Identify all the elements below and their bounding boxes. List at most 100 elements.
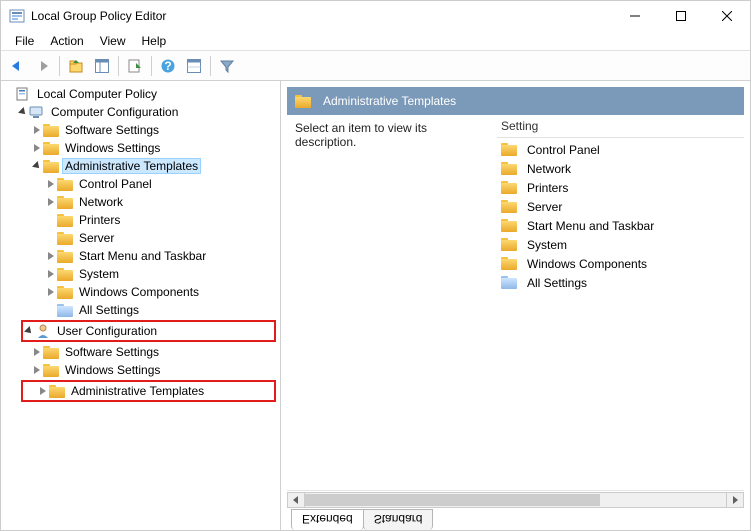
list-item-windows-components[interactable]: Windows Components — [497, 254, 744, 273]
expand-icon[interactable] — [45, 288, 57, 296]
list-item-control-panel[interactable]: Control Panel — [497, 140, 744, 159]
tree-root[interactable]: Local Computer Policy — [3, 85, 278, 103]
tree-cc-admin-network[interactable]: Network — [3, 193, 278, 211]
list-item-printers[interactable]: Printers — [497, 178, 744, 197]
tree-cc-admin-all-settings[interactable]: All Settings — [3, 301, 278, 319]
expand-icon[interactable] — [45, 252, 57, 260]
menu-file[interactable]: File — [7, 32, 42, 50]
list-label: Network — [527, 162, 571, 176]
tab-label: Extended — [302, 512, 353, 526]
tree-label: Windows Settings — [63, 363, 162, 377]
tab-extended[interactable]: Extended — [291, 509, 364, 530]
titlebar: Local Group Policy Editor — [1, 1, 750, 31]
close-button[interactable] — [704, 1, 750, 31]
list-item-all-settings[interactable]: All Settings — [497, 273, 744, 292]
menubar: File Action View Help — [1, 31, 750, 51]
tree-cc-admin-windows-components[interactable]: Windows Components — [3, 283, 278, 301]
list-label: Control Panel — [527, 143, 600, 157]
menu-help[interactable]: Help — [134, 32, 175, 50]
list-item-system[interactable]: System — [497, 235, 744, 254]
minimize-button[interactable] — [612, 1, 658, 31]
export-list-button[interactable] — [123, 54, 147, 78]
folder-icon — [501, 218, 517, 234]
scroll-thumb[interactable] — [305, 494, 600, 506]
tree-user-configuration[interactable]: User Configuration — [23, 322, 274, 340]
tree-label: Administrative Templates — [63, 159, 200, 173]
folder-icon — [501, 237, 517, 253]
properties-button[interactable] — [182, 54, 206, 78]
scroll-track[interactable] — [305, 492, 726, 508]
scroll-left-button[interactable] — [287, 492, 305, 508]
collapse-icon[interactable] — [23, 327, 35, 335]
svg-text:?: ? — [164, 59, 171, 73]
tree-uc-windows-settings[interactable]: Windows Settings — [3, 361, 278, 379]
folder-icon — [43, 140, 59, 156]
horizontal-scrollbar[interactable] — [287, 490, 744, 508]
menu-view[interactable]: View — [92, 32, 134, 50]
settings-list[interactable]: Setting Control Panel Network Printers S… — [497, 115, 744, 490]
tree-cc-software-settings[interactable]: Software Settings — [3, 121, 278, 139]
annotation-user-configuration: User Configuration — [21, 320, 276, 342]
list-item-server[interactable]: Server — [497, 197, 744, 216]
filter-button[interactable] — [215, 54, 239, 78]
list-label: All Settings — [527, 276, 587, 290]
expand-icon[interactable] — [31, 366, 43, 374]
toolbar-separator — [210, 56, 211, 76]
tree-label: Control Panel — [77, 177, 154, 191]
tree-cc-administrative-templates[interactable]: Administrative Templates — [3, 157, 278, 175]
collapse-icon[interactable] — [31, 162, 43, 170]
folder-icon — [57, 248, 73, 264]
tree-pane[interactable]: Local Computer Policy Computer Configura… — [1, 81, 281, 530]
maximize-button[interactable] — [658, 1, 704, 31]
menu-action[interactable]: Action — [42, 32, 91, 50]
folder-icon — [501, 180, 517, 196]
expand-icon[interactable] — [31, 144, 43, 152]
tree-label: User Configuration — [55, 324, 159, 338]
up-button[interactable] — [64, 54, 88, 78]
tree-label: Software Settings — [63, 123, 161, 137]
tree-cc-admin-server[interactable]: Server — [3, 229, 278, 247]
list-label: Start Menu and Taskbar — [527, 219, 654, 233]
toolbar-separator — [118, 56, 119, 76]
folder-icon — [295, 93, 311, 109]
tree-uc-administrative-templates[interactable]: Administrative Templates — [23, 382, 274, 400]
folder-icon — [501, 142, 517, 158]
folder-icon — [57, 212, 73, 228]
list-item-network[interactable]: Network — [497, 159, 744, 178]
expand-icon[interactable] — [31, 126, 43, 134]
folder-icon — [501, 256, 517, 272]
toolbar-separator — [59, 56, 60, 76]
tree-cc-admin-system[interactable]: System — [3, 265, 278, 283]
list-label: Windows Components — [527, 257, 647, 271]
expand-icon[interactable] — [45, 180, 57, 188]
folder-icon — [57, 176, 73, 192]
list-item-start-menu-taskbar[interactable]: Start Menu and Taskbar — [497, 216, 744, 235]
column-header-setting[interactable]: Setting — [497, 115, 744, 138]
tree-cc-admin-printers[interactable]: Printers — [3, 211, 278, 229]
tab-standard[interactable]: Standard — [363, 509, 434, 530]
show-hide-tree-button[interactable] — [90, 54, 114, 78]
expand-icon[interactable] — [45, 270, 57, 278]
view-tabs: Extended Standard — [281, 508, 750, 530]
folder-icon — [43, 122, 59, 138]
tree-uc-software-settings[interactable]: Software Settings — [3, 343, 278, 361]
back-button[interactable] — [5, 54, 29, 78]
tree-label: Administrative Templates — [69, 384, 206, 398]
app-icon — [9, 8, 25, 24]
folder-icon — [43, 158, 59, 174]
forward-button[interactable] — [31, 54, 55, 78]
help-button[interactable]: ? — [156, 54, 180, 78]
expand-icon[interactable] — [31, 348, 43, 356]
tree-cc-admin-control-panel[interactable]: Control Panel — [3, 175, 278, 193]
content-title: Administrative Templates — [323, 94, 456, 108]
expand-icon[interactable] — [37, 387, 49, 395]
tree-label: Network — [77, 195, 125, 209]
tree-cc-windows-settings[interactable]: Windows Settings — [3, 139, 278, 157]
window-title: Local Group Policy Editor — [31, 9, 612, 23]
collapse-icon[interactable] — [17, 108, 29, 116]
tree-cc-admin-start-menu-taskbar[interactable]: Start Menu and Taskbar — [3, 247, 278, 265]
user-icon — [35, 323, 51, 339]
scroll-right-button[interactable] — [726, 492, 744, 508]
expand-icon[interactable] — [45, 198, 57, 206]
tree-computer-configuration[interactable]: Computer Configuration — [3, 103, 278, 121]
